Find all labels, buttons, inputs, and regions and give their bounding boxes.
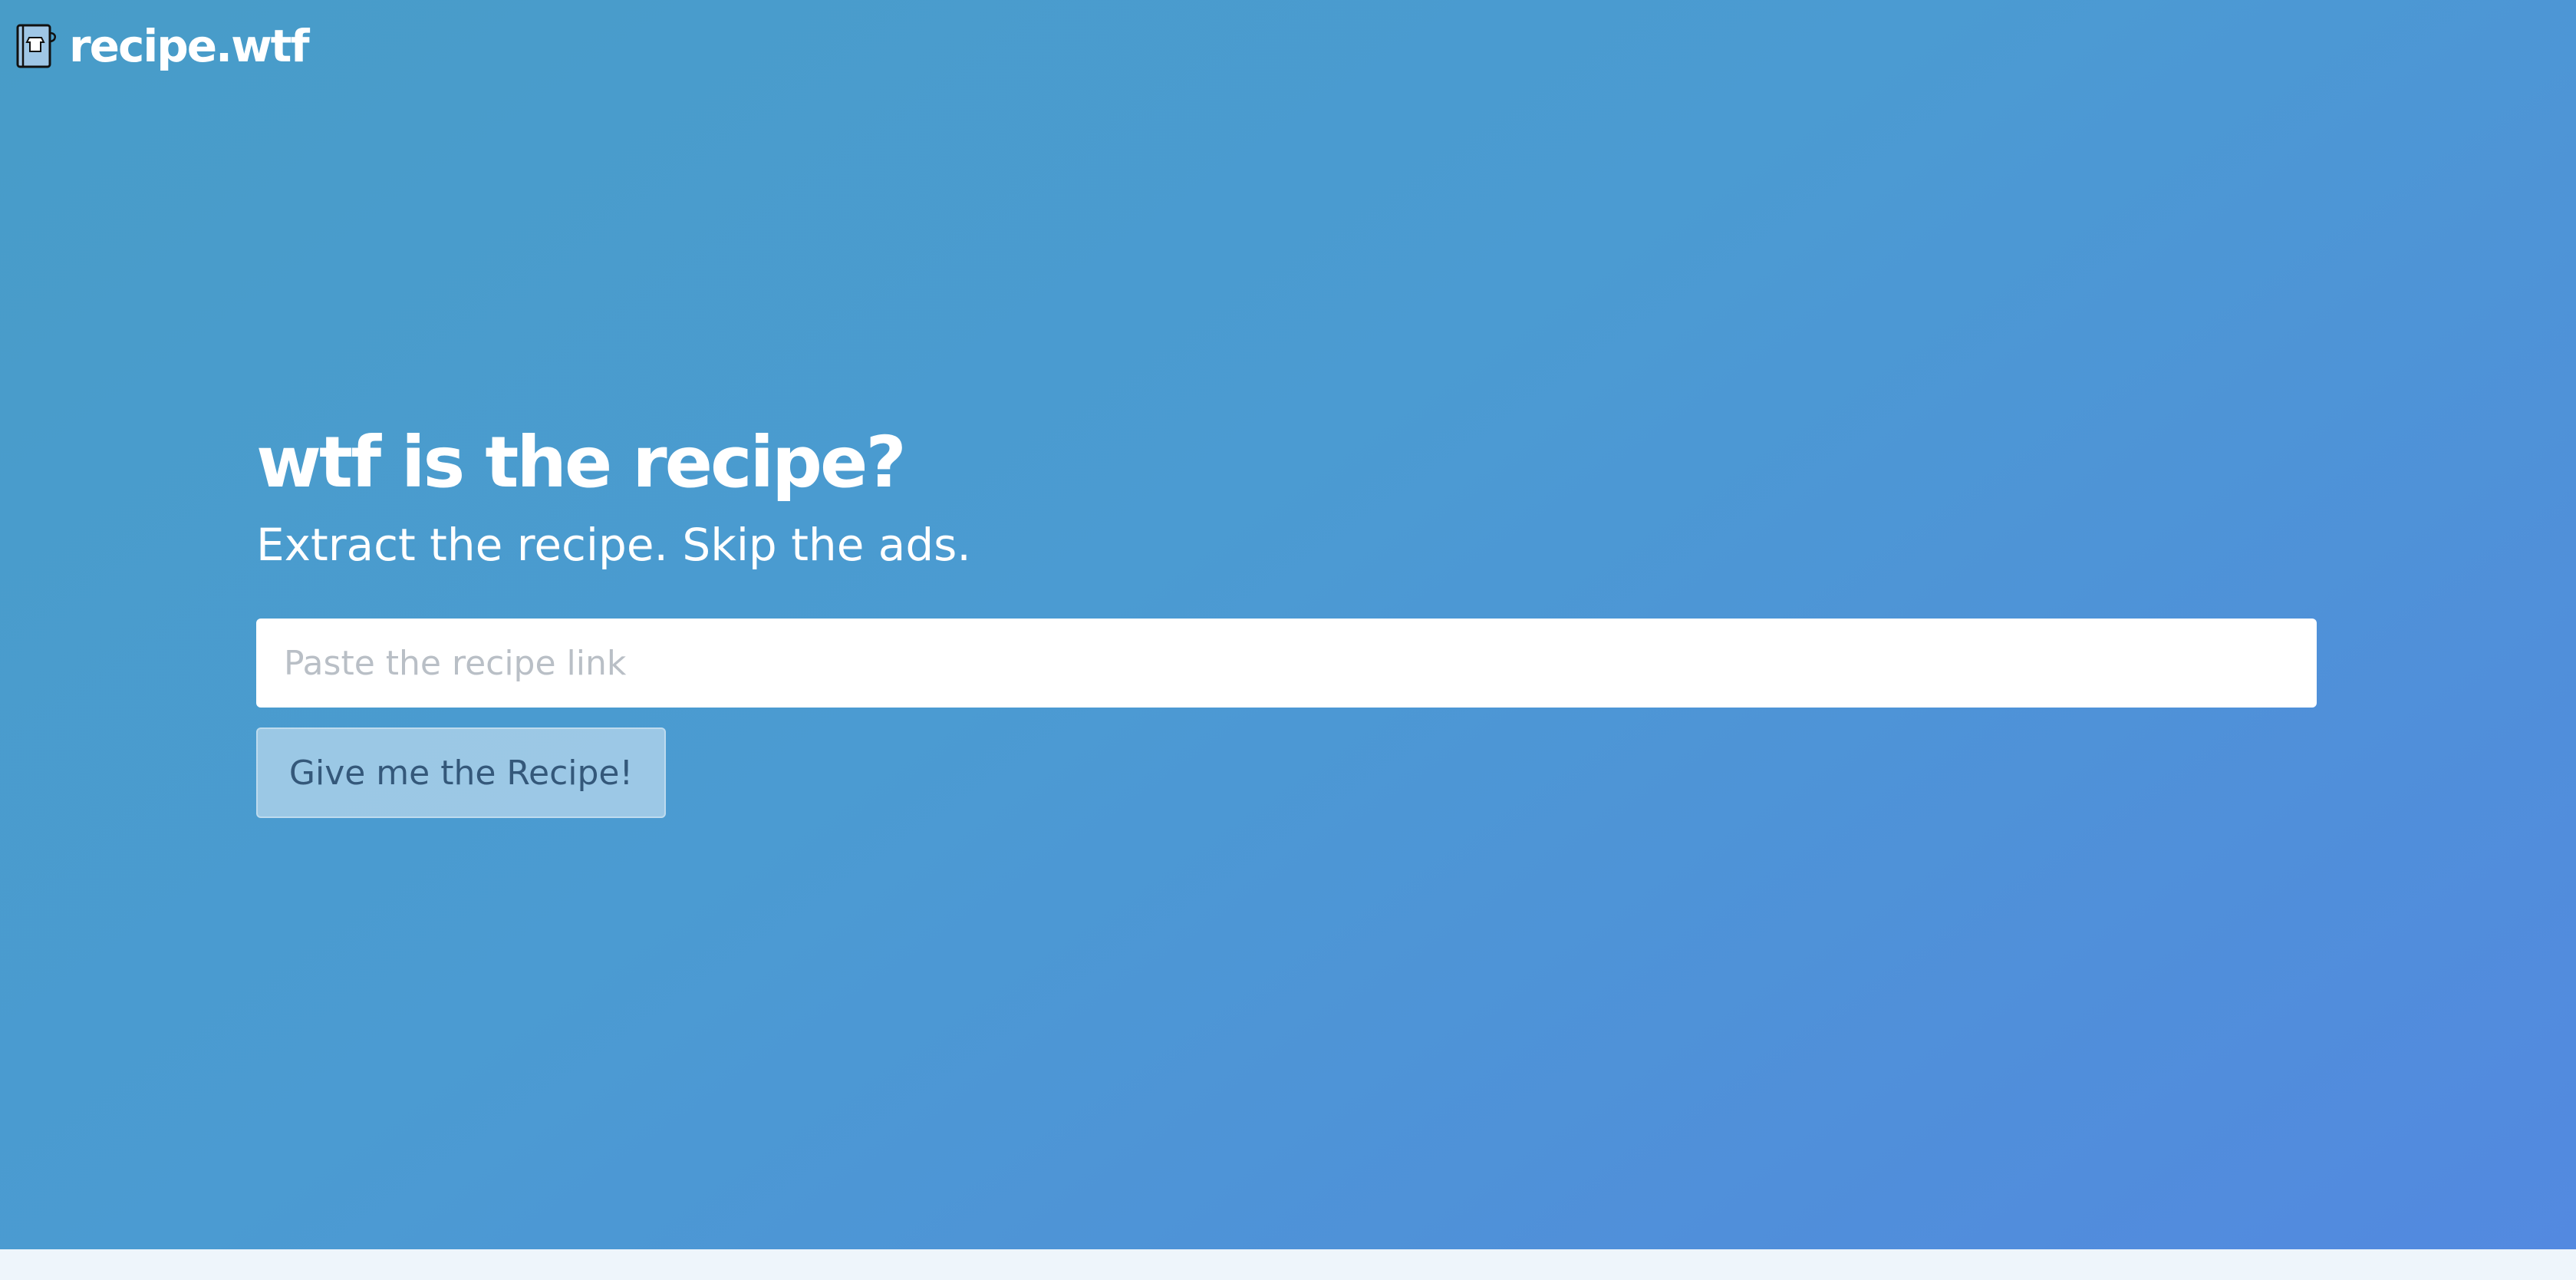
get-recipe-button[interactable]: Give me the Recipe! bbox=[256, 727, 666, 818]
brand-logo-link[interactable]: recipe.wtf bbox=[15, 18, 310, 74]
footer-strip bbox=[0, 1249, 2576, 1280]
recipe-url-input[interactable] bbox=[256, 619, 2317, 708]
hero-section: recipe.wtf wtf is the recipe? Extract th… bbox=[0, 0, 2576, 1249]
recipe-book-icon bbox=[16, 24, 56, 68]
page-headline: wtf is the recipe? bbox=[256, 421, 907, 503]
page-tagline: Extract the recipe. Skip the ads. bbox=[256, 519, 971, 571]
brand-name: recipe.wtf bbox=[69, 20, 310, 72]
